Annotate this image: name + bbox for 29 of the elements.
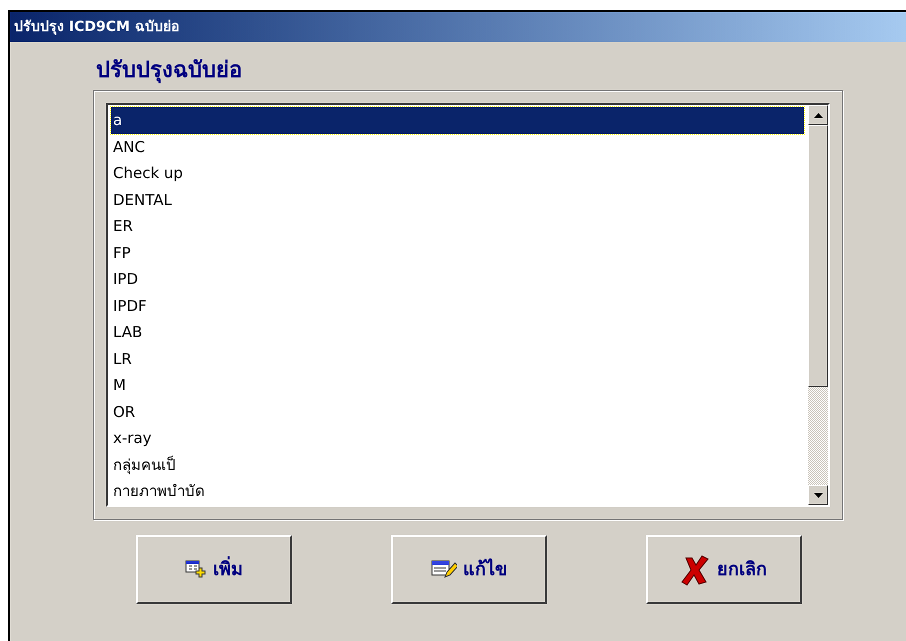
up-arrow-icon — [814, 112, 822, 118]
list-item[interactable]: M — [111, 372, 804, 398]
cancel-button[interactable]: ยกเลิก — [646, 535, 802, 604]
add-button[interactable]: เพิ่ม — [136, 535, 292, 604]
list-item[interactable]: LR — [111, 346, 804, 372]
list-item[interactable]: ER — [111, 213, 804, 240]
list-item[interactable]: ANC — [111, 134, 804, 160]
scroll-up-button[interactable] — [808, 105, 828, 125]
down-arrow-icon — [814, 492, 822, 498]
list-item[interactable]: OR — [111, 398, 804, 425]
scroll-thumb[interactable] — [808, 125, 828, 387]
list-item[interactable]: FP — [111, 240, 804, 266]
list-item[interactable]: กลุ่มคนเป็ — [111, 452, 804, 478]
table-add-icon — [185, 560, 207, 580]
heading: ปรับปรุงฉบับย่อ — [96, 57, 242, 86]
window-title: ปรับปรุง ICD9CM ฉบับย่อ — [14, 18, 179, 37]
list-item[interactable]: กายภาพบำบัด — [111, 478, 804, 504]
list-item[interactable]: IPDF — [111, 292, 804, 319]
table-pencil-icon — [431, 558, 457, 580]
list-item[interactable]: LAB — [111, 319, 804, 346]
scrollbar[interactable] — [808, 105, 828, 505]
list-item[interactable]: DENTAL — [111, 186, 804, 213]
list-item[interactable]: Check up — [111, 160, 804, 186]
list-item[interactable]: IPD — [111, 266, 804, 292]
edit-button[interactable]: แก้ไข — [391, 535, 547, 604]
cross-icon — [681, 554, 711, 586]
scroll-down-button[interactable] — [808, 485, 828, 505]
list-item[interactable]: a — [111, 107, 804, 134]
list-item[interactable]: x-ray — [111, 425, 804, 452]
